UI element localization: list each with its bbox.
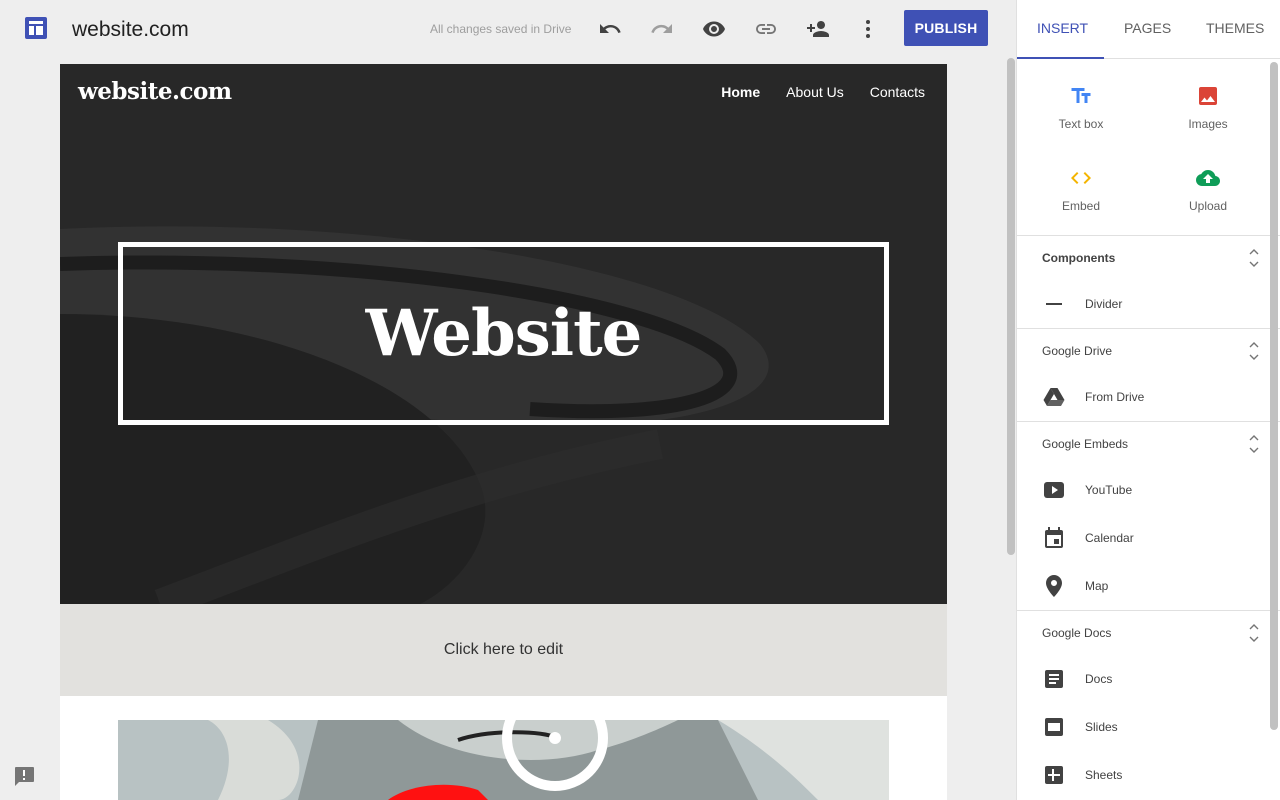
embed-code-icon — [1071, 172, 1091, 184]
sheets-label: Sheets — [1085, 768, 1123, 782]
insert-upload-label: Upload — [1188, 199, 1228, 213]
link-button[interactable] — [753, 16, 779, 42]
youtube-label: YouTube — [1085, 483, 1133, 497]
publish-button[interactable]: PUBLISH — [904, 10, 988, 46]
components-title: Components — [1042, 251, 1116, 265]
insert-sheets[interactable]: Sheets — [1017, 751, 1280, 799]
google-drive-icon — [1043, 388, 1065, 406]
hero-section[interactable]: website.com Home About Us Contacts Websi… — [60, 64, 947, 604]
collapse-icon[interactable] — [1248, 248, 1260, 268]
nav-item-home[interactable]: Home — [721, 84, 760, 100]
panel-scrollbar[interactable] — [1270, 62, 1278, 730]
hero-title-box[interactable]: Website — [118, 242, 889, 425]
top-bar: website.com All changes saved in Drive P… — [0, 0, 1016, 58]
share-button[interactable] — [805, 16, 831, 42]
tab-themes[interactable]: THEMES — [1206, 20, 1264, 36]
insert-embed-label: Embed — [1061, 199, 1101, 213]
insert-calendar[interactable]: Calendar — [1017, 514, 1280, 562]
more-icon — [866, 20, 870, 38]
map-label: Map — [1085, 579, 1109, 593]
portrait-image[interactable] — [118, 720, 889, 800]
site-nav: Home About Us Contacts — [721, 84, 925, 100]
more-button[interactable] — [855, 16, 881, 42]
youtube-icon — [1044, 482, 1064, 498]
google-drive-header[interactable]: Google Drive — [1017, 329, 1280, 373]
collapse-icon[interactable] — [1248, 623, 1260, 643]
insert-youtube[interactable]: YouTube — [1017, 466, 1280, 514]
divider-icon — [1046, 303, 1062, 305]
link-icon — [756, 24, 776, 34]
insert-grid: Text box Images Embed Upload — [1017, 59, 1280, 236]
insert-docs[interactable]: Docs — [1017, 655, 1280, 703]
nav-item-about-us[interactable]: About Us — [786, 84, 844, 100]
canvas-scrollbar[interactable] — [1007, 58, 1015, 555]
insert-images-button[interactable]: Images — [1158, 83, 1258, 131]
insert-text-box-button[interactable]: Text box — [1031, 83, 1131, 131]
insert-text-box-label: Text box — [1058, 117, 1104, 131]
insert-map[interactable]: Map — [1017, 562, 1280, 610]
tab-insert[interactable]: INSERT — [1037, 20, 1088, 36]
insert-embed-button[interactable]: Embed — [1031, 165, 1131, 213]
sites-logo-icon[interactable] — [24, 16, 48, 40]
google-docs-section: Google Docs Docs Slides Sheets — [1017, 611, 1280, 799]
from-drive-label: From Drive — [1085, 390, 1145, 404]
insert-panel: INSERT PAGES THEMES Text box Images Embe… — [1016, 0, 1280, 800]
insert-upload-button[interactable]: Upload — [1158, 165, 1258, 213]
docs-icon — [1045, 670, 1063, 688]
save-status: All changes saved in Drive — [430, 22, 572, 36]
editable-text-block[interactable]: Click here to edit — [60, 604, 947, 696]
redo-button[interactable] — [649, 16, 675, 42]
docs-label: Docs — [1085, 672, 1113, 686]
site-logo[interactable]: website.com — [78, 78, 232, 105]
preview-button[interactable] — [701, 16, 727, 42]
google-embeds-section: Google Embeds YouTube Calendar Map — [1017, 422, 1280, 611]
undo-icon — [600, 24, 621, 33]
slides-icon — [1045, 718, 1063, 736]
component-divider[interactable]: Divider — [1017, 280, 1280, 328]
portrait-image-art — [118, 720, 889, 800]
upload-cloud-icon — [1196, 170, 1220, 186]
components-section: Components Divider — [1017, 236, 1280, 329]
divider-label: Divider — [1085, 297, 1123, 311]
share-icon — [807, 21, 829, 37]
panel-tabs: INSERT PAGES THEMES — [1017, 0, 1280, 59]
undo-button[interactable] — [597, 16, 623, 42]
hero-title[interactable]: Website — [366, 296, 643, 371]
google-docs-title: Google Docs — [1042, 626, 1112, 640]
insert-from-drive[interactable]: From Drive — [1017, 373, 1280, 421]
preview-icon — [703, 21, 725, 37]
map-pin-icon — [1046, 575, 1062, 597]
redo-icon — [651, 24, 672, 33]
components-header[interactable]: Components — [1017, 236, 1280, 280]
collapse-icon[interactable] — [1248, 434, 1260, 454]
calendar-label: Calendar — [1085, 531, 1134, 545]
site-canvas[interactable]: website.com Home About Us Contacts Websi… — [60, 64, 947, 800]
nav-item-contacts[interactable]: Contacts — [870, 84, 925, 100]
google-docs-header[interactable]: Google Docs — [1017, 611, 1280, 655]
google-embeds-title: Google Embeds — [1042, 437, 1129, 451]
tab-pages[interactable]: PAGES — [1124, 20, 1171, 36]
google-embeds-header[interactable]: Google Embeds — [1017, 422, 1280, 466]
calendar-icon — [1045, 527, 1063, 548]
site-title[interactable]: website.com — [72, 18, 189, 42]
text-box-icon — [1071, 88, 1091, 103]
feedback-icon[interactable] — [13, 766, 35, 786]
image-icon — [1199, 87, 1217, 105]
insert-slides[interactable]: Slides — [1017, 703, 1280, 751]
sheets-icon — [1045, 766, 1063, 784]
insert-images-label: Images — [1188, 117, 1228, 131]
google-drive-section: Google Drive From Drive — [1017, 329, 1280, 422]
google-drive-title: Google Drive — [1042, 344, 1113, 358]
collapse-icon[interactable] — [1248, 341, 1260, 361]
slides-label: Slides — [1085, 720, 1118, 734]
